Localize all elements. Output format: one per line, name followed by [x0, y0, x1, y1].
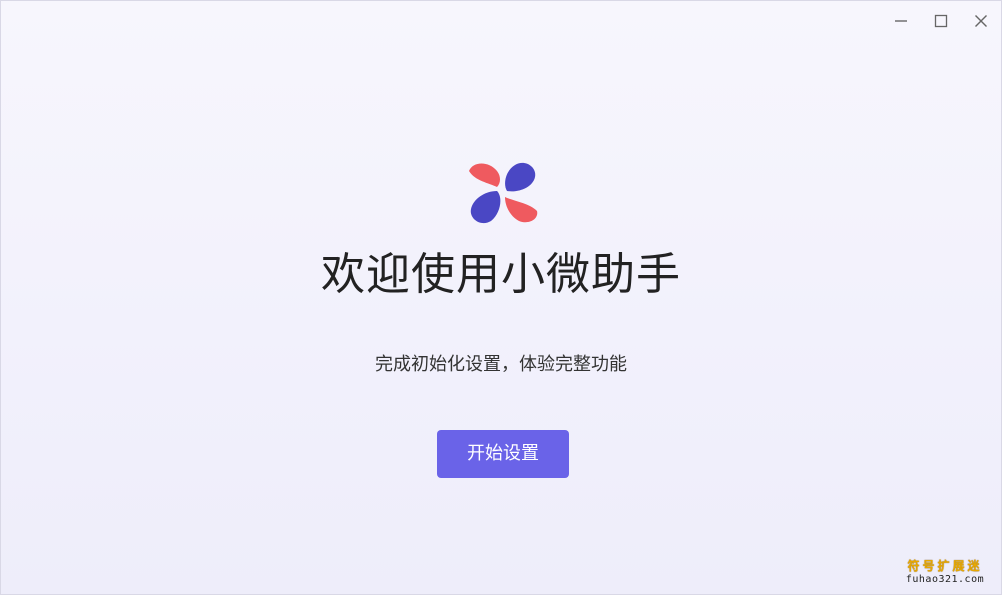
welcome-subtitle: 完成初始化设置，体验完整功能: [375, 354, 627, 375]
start-setup-button[interactable]: 开始设置: [437, 430, 569, 478]
app-window: 欢迎使用小微助手 完成初始化设置，体验完整功能 开始设置 符号扩展迷 fuhao…: [0, 0, 1002, 595]
site-watermark: 符号扩展迷 fuhao321.com: [903, 559, 987, 586]
welcome-panel: 欢迎使用小微助手 完成初始化设置，体验完整功能 开始设置: [1, 1, 1001, 594]
welcome-title: 欢迎使用小微助手: [321, 249, 681, 300]
watermark-text-url: fuhao321.com: [905, 574, 985, 585]
watermark-text-cn: 符号扩展迷: [907, 559, 983, 573]
pinwheel-logo-icon: [469, 162, 538, 224]
